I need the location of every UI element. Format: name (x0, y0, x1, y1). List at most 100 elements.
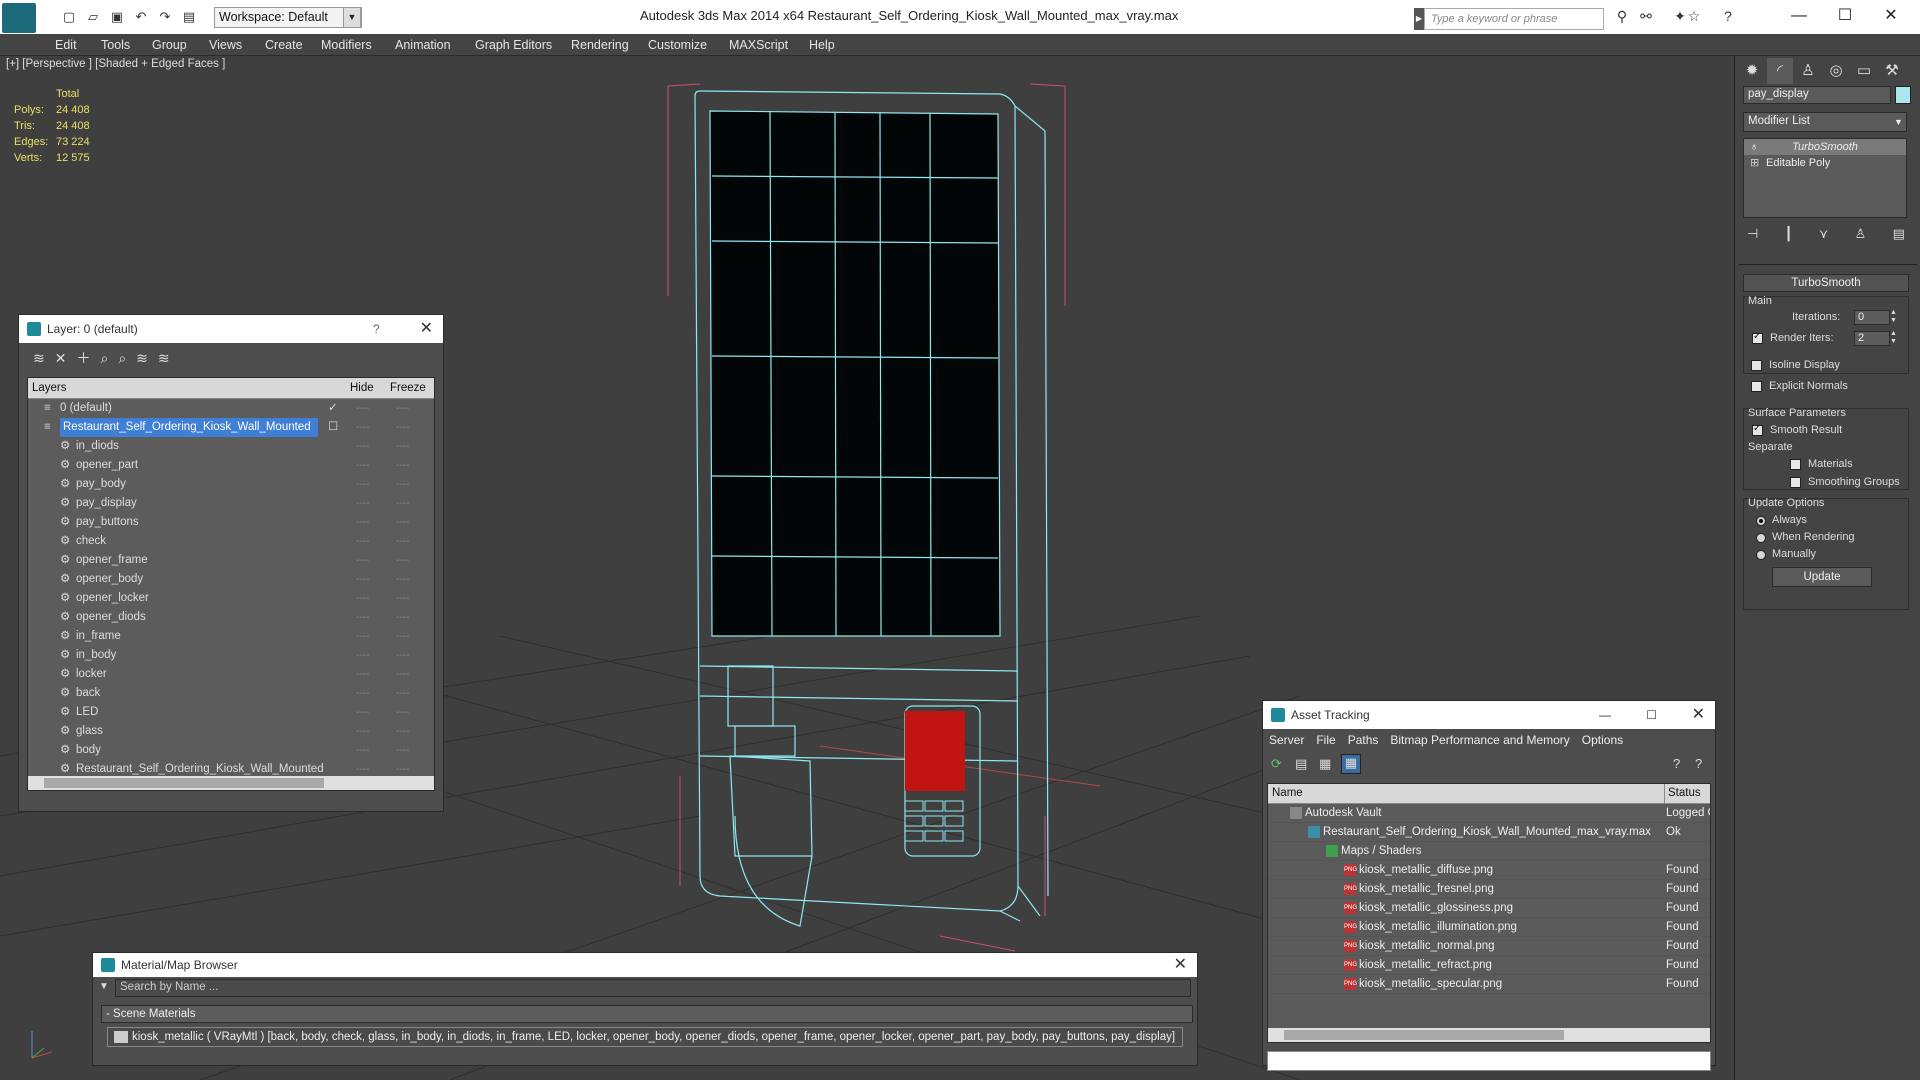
layer-row[interactable]: ≡ 0 (default) ✓ ---- ---- (28, 399, 434, 418)
asset-row[interactable]: PNG kiosk_metallic_normal.png Found (1268, 937, 1710, 956)
menu-modifiers[interactable]: Modifiers (314, 34, 379, 56)
column-layers[interactable]: Layers (32, 382, 67, 394)
hide-toggle[interactable]: ---- (356, 741, 369, 760)
utilities-tab-icon[interactable]: ⚒ (1879, 58, 1905, 84)
spinner-arrows-icon[interactable]: ▲ ▼ (1890, 330, 1897, 346)
help-icon[interactable]: ? (373, 315, 380, 343)
update-button[interactable]: Update (1772, 567, 1872, 587)
hierarchy-tab-icon[interactable]: ♙ (1795, 58, 1821, 84)
delete-layer-icon[interactable]: ✕ (55, 350, 67, 367)
layer-row[interactable]: ⚙ body ---- ---- (28, 741, 434, 760)
checkbox-icon[interactable] (1790, 477, 1801, 489)
freeze-toggle[interactable]: ---- (396, 627, 409, 646)
radio-icon[interactable] (1756, 515, 1766, 526)
configure-sets-icon[interactable]: ▤ (1893, 226, 1905, 248)
checkbox-icon[interactable] (1751, 381, 1762, 393)
hide-toggle[interactable]: ---- (356, 570, 369, 589)
open-file-icon[interactable]: ▱ (82, 7, 104, 27)
hide-toggle[interactable]: ---- (356, 722, 369, 741)
show-end-result-icon[interactable]: ┃ (1785, 226, 1793, 248)
scroll-thumb[interactable] (44, 778, 324, 788)
layer-row[interactable]: ⚙ in_frame ---- ---- (28, 627, 434, 646)
menu-edit[interactable]: Edit (48, 34, 84, 56)
asset-row[interactable]: Autodesk Vault Logged O (1268, 804, 1710, 823)
display-tab-icon[interactable]: ▭ (1851, 58, 1877, 84)
layer-row[interactable]: ⚙ glass ---- ---- (28, 722, 434, 741)
freeze-toggle[interactable]: ---- (396, 513, 409, 532)
list-view-icon[interactable]: ▤ (1295, 756, 1307, 772)
layer-row[interactable]: ⚙ opener_body ---- ---- (28, 570, 434, 589)
tree-view-icon[interactable]: ▦ (1319, 756, 1331, 772)
render-iters-spinner[interactable]: 2 (1854, 331, 1890, 346)
always-radio[interactable] (1756, 513, 1766, 527)
favorites-star-icon[interactable]: ☆ (1684, 8, 1704, 28)
hide-all-icon[interactable]: ≋ (136, 350, 148, 367)
layer-row[interactable]: ⚙ pay_body ---- ---- (28, 475, 434, 494)
asset-row[interactable]: PNG kiosk_metallic_fresnel.png Found (1268, 880, 1710, 899)
close-icon[interactable]: ✕ (420, 315, 433, 343)
menu-animation[interactable]: Animation (388, 34, 458, 56)
search-arrow-icon[interactable]: ▶ (1414, 8, 1424, 30)
hide-toggle[interactable]: ---- (356, 399, 369, 418)
new-file-icon[interactable]: ▢ (58, 7, 80, 27)
hide-toggle[interactable]: ---- (356, 532, 369, 551)
freeze-toggle[interactable]: ---- (396, 589, 409, 608)
remove-modifier-icon[interactable]: ♙ (1855, 226, 1867, 248)
minimize-button[interactable]: — (1776, 4, 1822, 28)
close-button[interactable]: ✕ (1868, 4, 1914, 28)
light-bulb-icon[interactable]: ♁ (1750, 139, 1758, 155)
stack-item-editable-poly[interactable]: ⊞ Editable Poly (1744, 155, 1906, 171)
checkbox-icon[interactable] (1751, 360, 1762, 372)
menu-create[interactable]: Create (258, 34, 310, 56)
menu-group[interactable]: Group (145, 34, 194, 56)
layer-row[interactable]: ⚙ pay_buttons ---- ---- (28, 513, 434, 532)
menu-file[interactable]: File (1316, 729, 1335, 751)
freeze-toggle[interactable]: ---- (396, 399, 409, 418)
layer-row[interactable]: ⚙ pay_display ---- ---- (28, 494, 434, 513)
close-icon[interactable]: ✕ (1692, 701, 1705, 729)
menu-server[interactable]: Server (1269, 729, 1304, 751)
layer-row[interactable]: ⚙ in_diods ---- ---- (28, 437, 434, 456)
vault-help-icon[interactable]: ? (1673, 756, 1680, 771)
material-entry[interactable]: kiosk_metallic ( VRayMtl ) [back, body, … (107, 1027, 1183, 1047)
iterations-spinner[interactable]: 0 (1854, 310, 1890, 325)
make-unique-icon[interactable]: ⋎ (1819, 226, 1829, 248)
help-icon[interactable]: ? (1695, 756, 1702, 771)
asset-row[interactable]: PNG kiosk_metallic_refract.png Found (1268, 956, 1710, 975)
freeze-toggle[interactable]: ---- (396, 437, 409, 456)
add-to-layer-icon[interactable]: ＋ (76, 348, 90, 368)
layer-row[interactable]: ⚙ back ---- ---- (28, 684, 434, 703)
layer-row[interactable]: ⚙ locker ---- ---- (28, 665, 434, 684)
freeze-toggle[interactable]: ---- (396, 551, 409, 570)
horizontal-scrollbar[interactable] (28, 776, 434, 790)
set-current-checkbox[interactable]: ☐ (328, 418, 338, 437)
search-input[interactable]: Type a keyword or phrase (1424, 8, 1604, 30)
freeze-toggle[interactable]: ---- (396, 684, 409, 703)
freeze-toggle[interactable]: ---- (396, 741, 409, 760)
checkbox-icon[interactable] (1752, 423, 1763, 437)
menu-paths[interactable]: Paths (1348, 729, 1379, 751)
chevron-down-icon[interactable]: ▼ (343, 7, 361, 28)
horizontal-scrollbar[interactable] (1268, 1028, 1710, 1042)
column-name[interactable]: Name (1272, 787, 1303, 799)
radio-icon[interactable] (1756, 549, 1766, 560)
minimize-button[interactable]: — (1599, 701, 1611, 729)
manually-radio[interactable] (1756, 547, 1766, 561)
menu-options[interactable]: Options (1582, 729, 1623, 751)
table-view-icon[interactable]: ▦ (1341, 754, 1361, 774)
asset-tracking-titlebar[interactable]: Asset Tracking — ☐ ✕ (1263, 701, 1715, 729)
hide-toggle[interactable]: ---- (356, 475, 369, 494)
smoothing-groups-checkbox[interactable] (1790, 475, 1801, 489)
layer-row[interactable]: ⚙ in_body ---- ---- (28, 646, 434, 665)
material-browser-titlebar[interactable]: Material/Map Browser ✕ (93, 953, 1197, 977)
freeze-toggle[interactable]: ---- (396, 475, 409, 494)
expand-icon[interactable]: ⊞ (1750, 155, 1759, 171)
radio-icon[interactable] (1756, 532, 1766, 543)
freeze-toggle[interactable]: ---- (396, 532, 409, 551)
binoculars-icon[interactable]: ⚲ (1612, 8, 1632, 28)
explicit-normals-checkbox[interactable] (1751, 379, 1762, 393)
hide-toggle[interactable]: ---- (356, 589, 369, 608)
column-divider[interactable] (1664, 784, 1665, 804)
current-layer-check-icon[interactable]: ✓ (328, 399, 338, 418)
freeze-toggle[interactable]: ---- (396, 703, 409, 722)
